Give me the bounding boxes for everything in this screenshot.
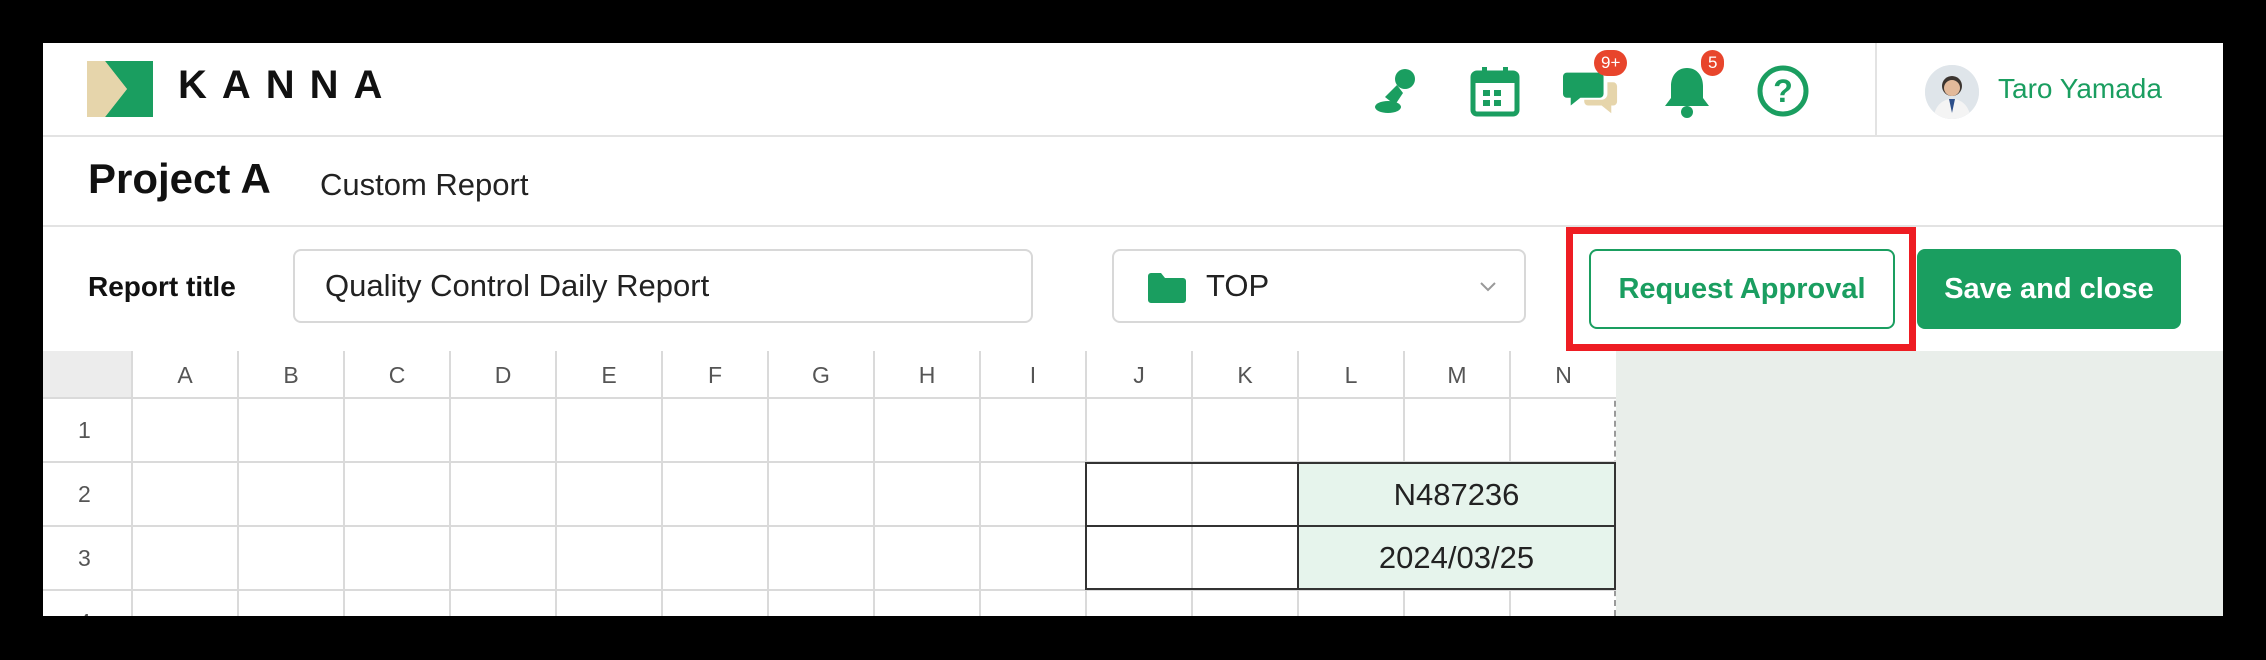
grid-line xyxy=(131,399,133,616)
cell-j3[interactable] xyxy=(1085,525,1299,590)
calendar-icon[interactable] xyxy=(1467,63,1523,119)
cell-l3[interactable]: 2024/03/25 xyxy=(1297,525,1616,590)
column-header-d[interactable]: D xyxy=(449,351,555,399)
spreadsheet[interactable]: A B C D E F G H I J K L M N 1 2 3 4 xyxy=(43,351,1616,616)
page-subtitle: Custom Report xyxy=(320,167,529,202)
column-header-m[interactable]: M xyxy=(1403,351,1509,399)
column-header-l[interactable]: L xyxy=(1297,351,1403,399)
report-toolbar: Report title Quality Control Daily Repor… xyxy=(43,227,2223,351)
header-divider xyxy=(1875,43,1877,135)
project-header: Project A Custom Report xyxy=(43,137,2223,227)
save-and-close-button[interactable]: Save and close xyxy=(1917,249,2181,329)
svg-text:?: ? xyxy=(1773,73,1793,109)
chevron-down-icon xyxy=(1480,282,1496,292)
grid-line xyxy=(237,399,239,616)
column-header-a[interactable]: A xyxy=(131,351,237,399)
sheet-area: A B C D E F G H I J K L M N 1 2 3 4 xyxy=(43,351,2223,616)
user-name[interactable]: Taro Yamada xyxy=(1998,73,2162,105)
page-title: Project A xyxy=(88,155,271,202)
top-bar: KANNA 9+ 5 ? Taro Yamada xyxy=(43,43,2223,137)
grid-line xyxy=(449,399,451,616)
cell-l2[interactable]: N487236 xyxy=(1297,462,1616,527)
row-header-4[interactable]: 4 xyxy=(43,591,131,616)
grid-line xyxy=(661,399,663,616)
column-header-j[interactable]: J xyxy=(1085,351,1191,399)
grid-line xyxy=(873,399,875,616)
chat-badge: 9+ xyxy=(1594,50,1628,76)
column-header-b[interactable]: B xyxy=(237,351,343,399)
help-icon[interactable]: ? xyxy=(1755,63,1811,119)
select-all-corner[interactable] xyxy=(43,351,131,399)
notification-badge: 5 xyxy=(1701,50,1725,76)
brand-name: KANNA xyxy=(178,63,398,107)
row-header-3[interactable]: 3 xyxy=(43,527,131,591)
row-header-2[interactable]: 2 xyxy=(43,463,131,527)
column-header-f[interactable]: F xyxy=(661,351,767,399)
column-header-c[interactable]: C xyxy=(343,351,449,399)
report-title-label: Report title xyxy=(88,271,236,302)
grid-line xyxy=(343,399,345,616)
folder-icon xyxy=(1148,273,1186,303)
app-window: KANNA 9+ 5 ? Taro Yamada Project A Custo… xyxy=(43,43,2223,616)
grid-line xyxy=(767,399,769,616)
column-header-k[interactable]: K xyxy=(1191,351,1297,399)
cell-j2[interactable] xyxy=(1085,462,1299,527)
user-avatar[interactable] xyxy=(1925,65,1979,119)
column-header-e[interactable]: E xyxy=(555,351,661,399)
column-header-n[interactable]: N xyxy=(1509,351,1616,399)
report-title-input[interactable]: Quality Control Daily Report xyxy=(293,249,1033,323)
request-approval-button[interactable]: Request Approval xyxy=(1589,249,1895,329)
row-header-1[interactable]: 1 xyxy=(43,399,131,463)
column-header-i[interactable]: I xyxy=(979,351,1085,399)
kanna-logo-icon[interactable] xyxy=(87,61,153,117)
folder-select[interactable]: TOP xyxy=(1112,249,1526,323)
folder-value: TOP xyxy=(1206,268,1270,303)
column-header-g[interactable]: G xyxy=(767,351,873,399)
stamp-icon[interactable] xyxy=(1369,63,1425,119)
grid-line xyxy=(555,399,557,616)
grid-line xyxy=(979,399,981,616)
column-header-h[interactable]: H xyxy=(873,351,979,399)
